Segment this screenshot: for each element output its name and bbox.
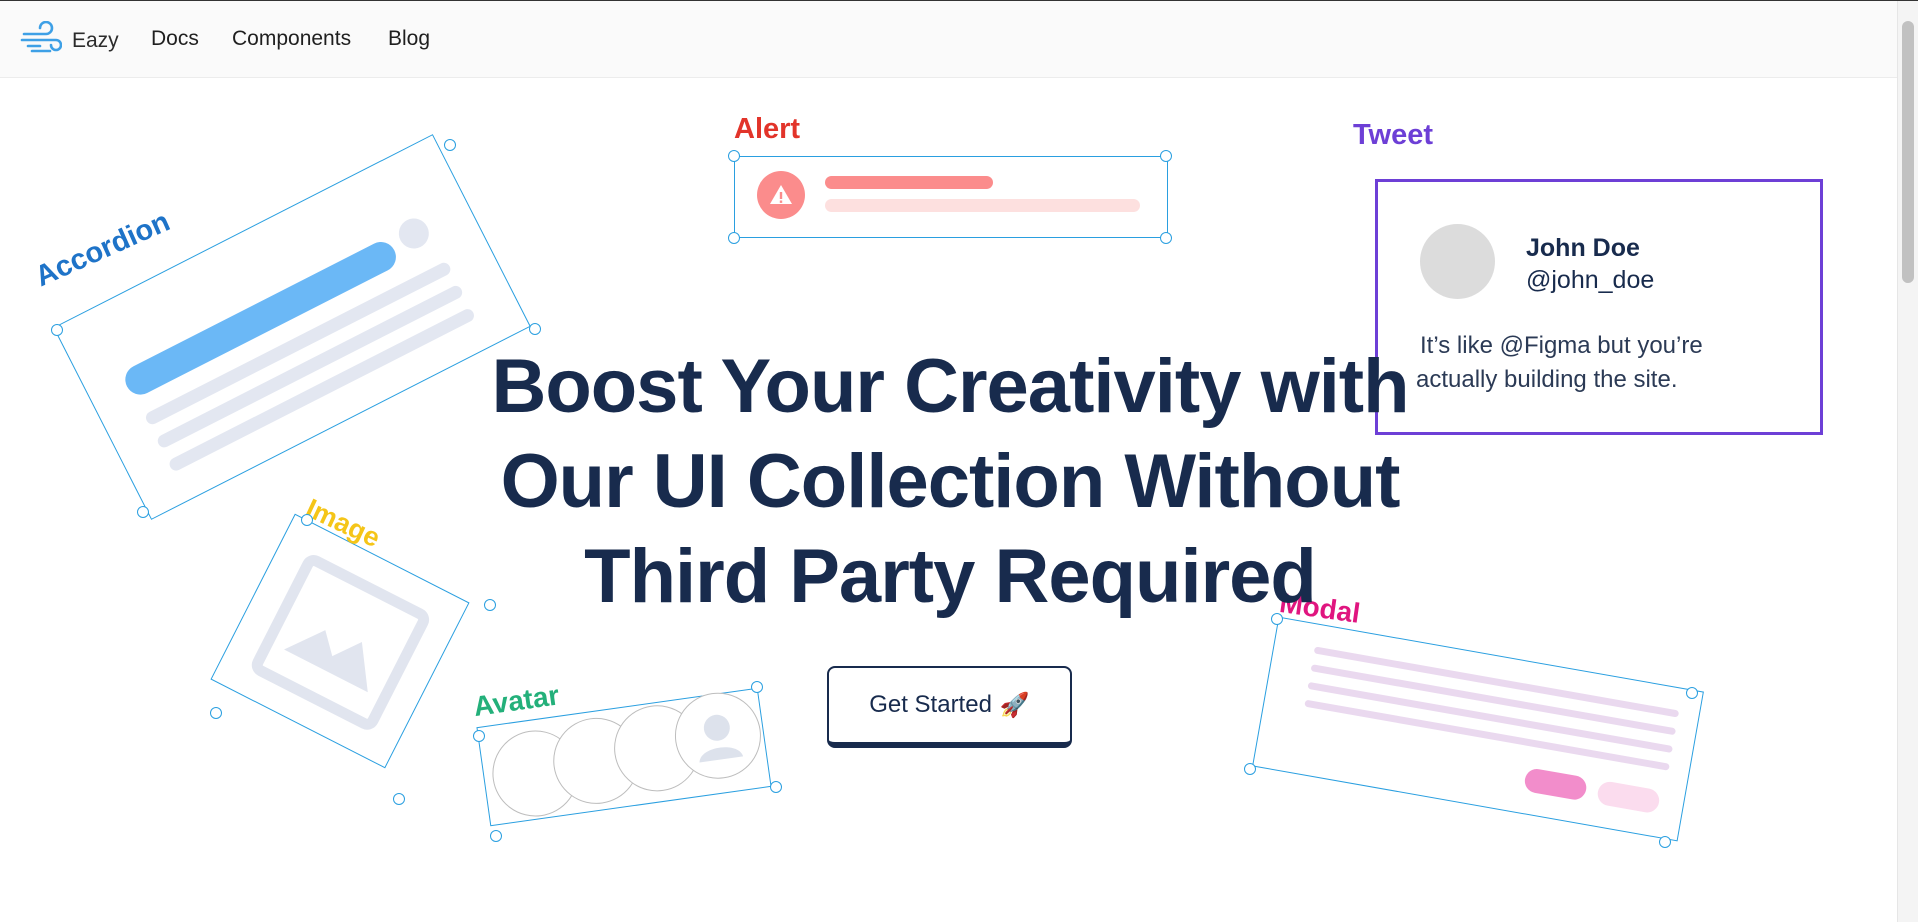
resize-handle[interactable] <box>51 324 63 336</box>
get-started-label: Get Started <box>869 691 992 718</box>
scrollbar-thumb[interactable] <box>1902 21 1914 283</box>
brand-name: Eazy <box>72 28 119 52</box>
resize-handle[interactable] <box>444 139 456 151</box>
resize-handle[interactable] <box>210 707 222 719</box>
image-placeholder-icon <box>247 550 434 734</box>
nav-link-blog[interactable]: Blog <box>388 27 430 51</box>
tweet-label: Tweet <box>1353 119 1434 151</box>
wind-logo-icon <box>20 20 63 60</box>
hero-headline-line: Our UI Collection Without <box>500 439 1401 524</box>
resize-handle[interactable] <box>1686 687 1698 699</box>
resize-handle[interactable] <box>1659 836 1671 848</box>
resize-handle[interactable] <box>1160 232 1172 244</box>
tweet-avatar <box>1420 224 1495 299</box>
modal-line <box>1313 646 1680 718</box>
warning-icon <box>757 171 805 219</box>
hero-headline: Boost Your Creativity with Our UI Collec… <box>430 339 1470 624</box>
nav-link-components[interactable]: Components <box>232 27 351 51</box>
resize-handle[interactable] <box>728 150 740 162</box>
alert-body-bar <box>825 199 1140 212</box>
get-started-button[interactable]: Get Started 🚀 <box>827 666 1072 748</box>
resize-handle[interactable] <box>1244 763 1256 775</box>
tweet-author-name: John Doe <box>1526 234 1640 262</box>
resize-handle[interactable] <box>751 681 763 693</box>
modal-primary-button <box>1522 767 1589 802</box>
resize-handle[interactable] <box>490 830 502 842</box>
page-scrollbar[interactable] <box>1897 1 1918 922</box>
resize-handle[interactable] <box>1160 150 1172 162</box>
resize-handle[interactable] <box>728 232 740 244</box>
resize-handle[interactable] <box>770 781 782 793</box>
nav-link-docs[interactable]: Docs <box>151 27 199 51</box>
tweet-author-handle: @john_doe <box>1526 266 1655 294</box>
alert-title-bar <box>825 176 993 189</box>
brand-logo[interactable]: Eazy <box>20 20 119 60</box>
modal-secondary-button <box>1595 779 1662 815</box>
hero-headline-line: Third Party Required <box>584 534 1317 619</box>
alert-label: Alert <box>734 113 801 145</box>
resize-handle[interactable] <box>473 730 485 742</box>
modal-preview-card <box>1252 616 1704 842</box>
resize-handle[interactable] <box>529 323 541 335</box>
resize-handle[interactable] <box>301 514 313 526</box>
resize-handle[interactable] <box>393 793 405 805</box>
accordion-toggle-dot <box>393 213 435 254</box>
top-navbar: Eazy Docs Components Blog <box>0 1 1898 78</box>
resize-handle[interactable] <box>137 506 149 518</box>
rocket-icon: 🚀 <box>999 691 1030 719</box>
alert-preview-card <box>734 156 1168 238</box>
hero-headline-line: Boost Your Creativity with <box>491 344 1409 429</box>
